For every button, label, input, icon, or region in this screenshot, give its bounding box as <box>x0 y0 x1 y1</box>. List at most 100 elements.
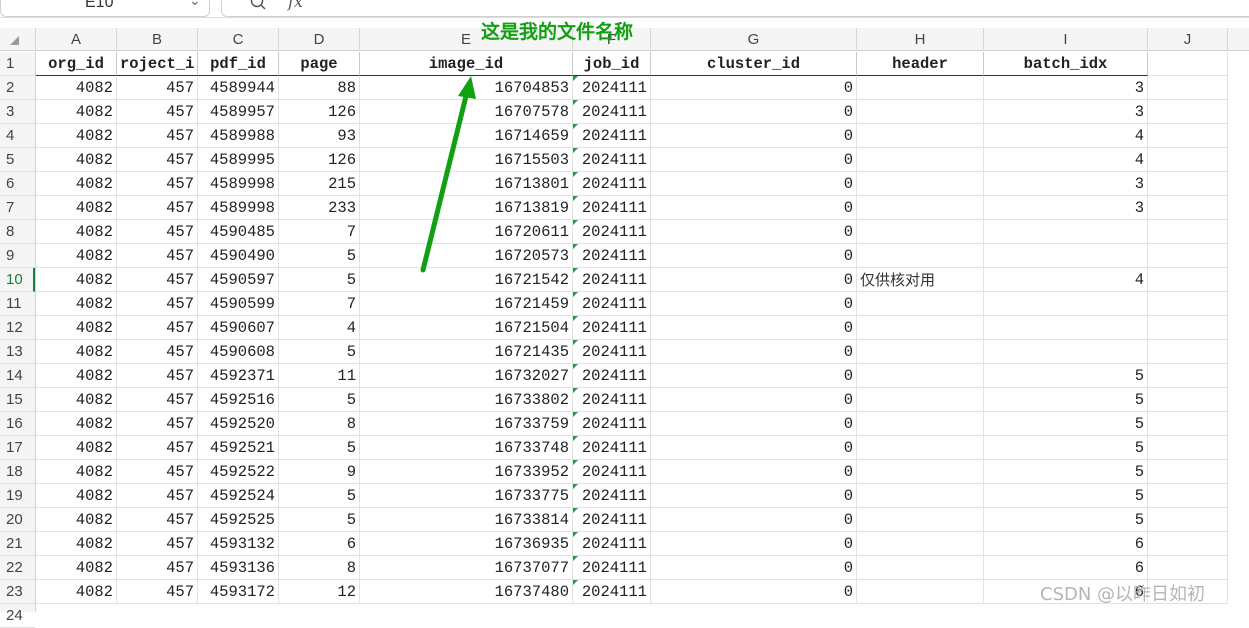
table-cell[interactable]: 6 <box>984 556 1148 580</box>
table-cell[interactable]: 4082 <box>36 580 117 604</box>
spreadsheet-grid[interactable]: org_id roject_i pdf_id page image_id job_id cl… <box>36 52 1249 612</box>
table-cell[interactable] <box>857 196 984 220</box>
table-cell[interactable]: 16721459 <box>360 292 573 316</box>
table-cell[interactable]: 0 <box>651 316 857 340</box>
table-cell[interactable]: 2024111 <box>573 148 651 172</box>
table-cell[interactable]: 4592516 <box>198 388 279 412</box>
table-cell[interactable]: 4082 <box>36 268 117 292</box>
table-cell[interactable]: 457 <box>117 340 198 364</box>
table-cell[interactable]: 4589995 <box>198 148 279 172</box>
table-cell[interactable]: 4592524 <box>198 484 279 508</box>
table-cell[interactable]: 5 <box>984 412 1148 436</box>
table-cell[interactable] <box>984 316 1148 340</box>
table-cell[interactable]: 4082 <box>36 412 117 436</box>
table-cell[interactable]: 0 <box>651 76 857 100</box>
column-header-h[interactable]: H <box>857 28 984 51</box>
table-cell[interactable]: 0 <box>651 172 857 196</box>
table-cell[interactable]: 3 <box>984 172 1148 196</box>
table-cell[interactable]: 2024111 <box>573 124 651 148</box>
table-cell[interactable]: 4590608 <box>198 340 279 364</box>
table-cell[interactable] <box>857 532 984 556</box>
table-cell[interactable]: 16733952 <box>360 460 573 484</box>
table-cell[interactable]: 5 <box>279 484 360 508</box>
table-cell[interactable]: 457 <box>117 508 198 532</box>
row-header-1[interactable]: 1 <box>0 52 35 76</box>
table-cell[interactable]: 5 <box>984 436 1148 460</box>
table-cell[interactable]: 4082 <box>36 556 117 580</box>
row-header-11[interactable]: 11 <box>0 292 35 316</box>
table-cell[interactable] <box>857 388 984 412</box>
table-cell[interactable]: 7 <box>279 292 360 316</box>
row-header-23[interactable]: 23 <box>0 580 35 604</box>
formula-input[interactable] <box>221 0 1249 17</box>
row-header-14[interactable]: 14 <box>0 364 35 388</box>
header-cell[interactable]: page <box>279 52 360 76</box>
table-cell[interactable]: 457 <box>117 556 198 580</box>
table-cell[interactable]: 4 <box>984 268 1148 292</box>
table-cell[interactable]: 88 <box>279 76 360 100</box>
table-cell[interactable]: 4082 <box>36 292 117 316</box>
table-cell[interactable]: 8 <box>279 412 360 436</box>
table-cell[interactable] <box>1148 484 1228 508</box>
table-cell[interactable]: 0 <box>651 508 857 532</box>
table-cell[interactable]: 2024111 <box>573 172 651 196</box>
row-header-2[interactable]: 2 <box>0 76 35 100</box>
table-cell[interactable]: 457 <box>117 220 198 244</box>
table-cell[interactable] <box>857 460 984 484</box>
table-cell[interactable]: 4082 <box>36 436 117 460</box>
table-cell[interactable]: 4590607 <box>198 316 279 340</box>
table-cell[interactable] <box>857 412 984 436</box>
table-cell[interactable] <box>857 172 984 196</box>
table-cell[interactable]: 0 <box>651 268 857 292</box>
table-cell[interactable]: 仅供核对用 <box>857 268 984 292</box>
table-cell[interactable] <box>984 340 1148 364</box>
table-cell[interactable] <box>857 124 984 148</box>
table-cell[interactable]: 16707578 <box>360 100 573 124</box>
table-cell[interactable]: 11 <box>279 364 360 388</box>
table-cell[interactable]: 457 <box>117 124 198 148</box>
table-cell[interactable]: 0 <box>651 460 857 484</box>
table-cell[interactable]: 2024111 <box>573 244 651 268</box>
table-cell[interactable]: 4589998 <box>198 196 279 220</box>
table-cell[interactable] <box>1148 388 1228 412</box>
table-cell[interactable] <box>857 436 984 460</box>
table-cell[interactable] <box>1148 364 1228 388</box>
table-cell[interactable]: 457 <box>117 268 198 292</box>
table-cell[interactable]: 16733775 <box>360 484 573 508</box>
table-cell[interactable]: 4592520 <box>198 412 279 436</box>
row-header-16[interactable]: 16 <box>0 412 35 436</box>
table-cell[interactable]: 457 <box>117 172 198 196</box>
table-cell[interactable]: 457 <box>117 388 198 412</box>
row-header-6[interactable]: 6 <box>0 172 35 196</box>
table-cell[interactable] <box>1148 508 1228 532</box>
header-cell[interactable]: cluster_id <box>651 52 857 76</box>
table-cell[interactable]: 2024111 <box>573 484 651 508</box>
table-cell[interactable]: 7 <box>279 220 360 244</box>
table-cell[interactable]: 2024111 <box>573 76 651 100</box>
table-cell[interactable] <box>857 364 984 388</box>
table-cell[interactable]: 457 <box>117 436 198 460</box>
column-header-g[interactable]: G <box>651 28 857 51</box>
table-cell[interactable] <box>1148 124 1228 148</box>
table-cell[interactable] <box>857 76 984 100</box>
table-cell[interactable]: 2024111 <box>573 316 651 340</box>
table-cell[interactable]: 126 <box>279 100 360 124</box>
table-cell[interactable]: 2024111 <box>573 436 651 460</box>
table-cell[interactable]: 4590490 <box>198 244 279 268</box>
table-cell[interactable]: 3 <box>984 100 1148 124</box>
table-cell[interactable] <box>1148 532 1228 556</box>
table-cell[interactable]: 457 <box>117 532 198 556</box>
table-cell[interactable]: 16733802 <box>360 388 573 412</box>
table-cell[interactable]: 4082 <box>36 76 117 100</box>
column-header-b[interactable]: B <box>117 28 198 51</box>
table-cell[interactable]: 0 <box>651 196 857 220</box>
row-header-13[interactable]: 13 <box>0 340 35 364</box>
table-cell[interactable]: 0 <box>651 484 857 508</box>
column-header-a[interactable]: A <box>36 28 117 51</box>
table-cell[interactable]: 16713801 <box>360 172 573 196</box>
table-cell[interactable]: 5 <box>279 268 360 292</box>
table-cell[interactable]: 0 <box>651 532 857 556</box>
table-cell[interactable]: 233 <box>279 196 360 220</box>
table-cell[interactable]: 93 <box>279 124 360 148</box>
table-cell[interactable]: 6 <box>984 532 1148 556</box>
